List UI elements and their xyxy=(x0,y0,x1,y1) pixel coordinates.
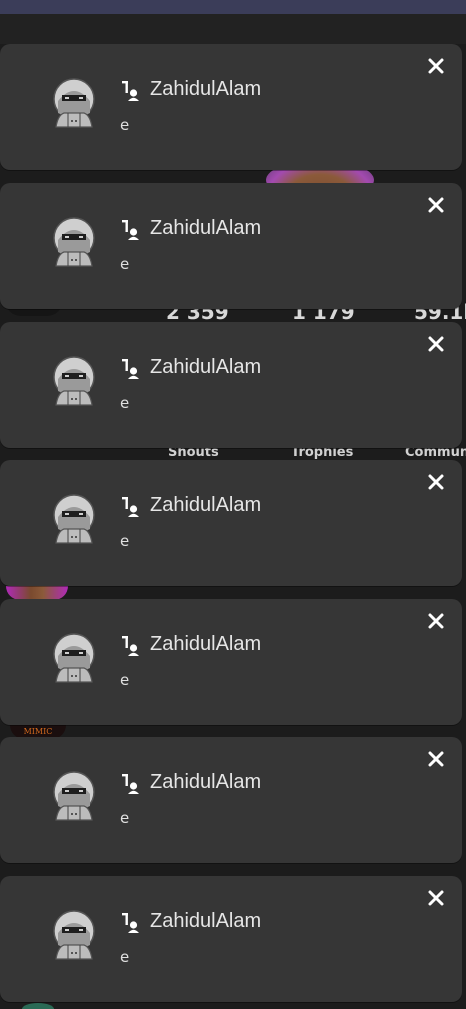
app-window: 2 359 1 179 59.1k Shouts Trophies Commun… xyxy=(0,0,466,1009)
feed-avatar xyxy=(6,586,68,600)
notification-toast[interactable]: ZahidulAlam e xyxy=(0,876,462,1002)
close-icon[interactable] xyxy=(427,335,445,353)
notification-toast[interactable]: ZahidulAlam e xyxy=(0,44,462,170)
notification-toast[interactable]: ZahidulAlam e xyxy=(0,737,462,863)
notification-message: e xyxy=(120,809,130,827)
close-icon[interactable] xyxy=(427,473,445,491)
top-bar xyxy=(0,0,466,14)
avatar-icon xyxy=(53,356,95,406)
notification-toast[interactable]: ZahidulAlam e xyxy=(0,322,462,448)
user-role-icon xyxy=(122,81,139,101)
notification-message: e xyxy=(120,255,130,273)
avatar-icon xyxy=(53,771,95,821)
mimic-avatar-text: MIMIC xyxy=(23,727,53,736)
notification-message: e xyxy=(120,948,130,966)
notification-message: e xyxy=(120,116,130,134)
notification-username[interactable]: ZahidulAlam xyxy=(150,356,261,379)
notification-username[interactable]: ZahidulAlam xyxy=(150,910,261,933)
user-role-icon xyxy=(122,220,139,240)
notification-message: e xyxy=(120,394,130,412)
notification-username[interactable]: ZahidulAlam xyxy=(150,494,261,517)
user-role-icon xyxy=(122,774,139,794)
notification-username[interactable]: ZahidulAlam xyxy=(150,217,261,240)
avatar-icon xyxy=(53,633,95,683)
user-role-icon xyxy=(122,913,139,933)
notification-username[interactable]: ZahidulAlam xyxy=(150,78,261,101)
close-icon[interactable] xyxy=(427,612,445,630)
notification-username[interactable]: ZahidulAlam xyxy=(150,633,261,656)
notification-toast[interactable]: ZahidulAlam e xyxy=(0,183,462,309)
close-icon[interactable] xyxy=(427,750,445,768)
avatar-icon xyxy=(53,910,95,960)
user-role-icon xyxy=(122,359,139,379)
notification-toast[interactable]: ZahidulAlam e xyxy=(0,599,462,725)
avatar-icon xyxy=(53,494,95,544)
avatar-icon xyxy=(53,217,95,267)
notification-username[interactable]: ZahidulAlam xyxy=(150,771,261,794)
notification-message: e xyxy=(120,532,130,550)
close-icon[interactable] xyxy=(427,889,445,907)
page-header-strip xyxy=(0,14,466,44)
user-role-icon xyxy=(122,636,139,656)
notification-message: e xyxy=(120,671,130,689)
bottom-avatar-edge xyxy=(22,1003,54,1009)
user-role-icon xyxy=(122,497,139,517)
close-icon[interactable] xyxy=(427,196,445,214)
notification-toast[interactable]: ZahidulAlam e xyxy=(0,460,462,586)
close-icon[interactable] xyxy=(427,57,445,75)
avatar-icon xyxy=(53,78,95,128)
